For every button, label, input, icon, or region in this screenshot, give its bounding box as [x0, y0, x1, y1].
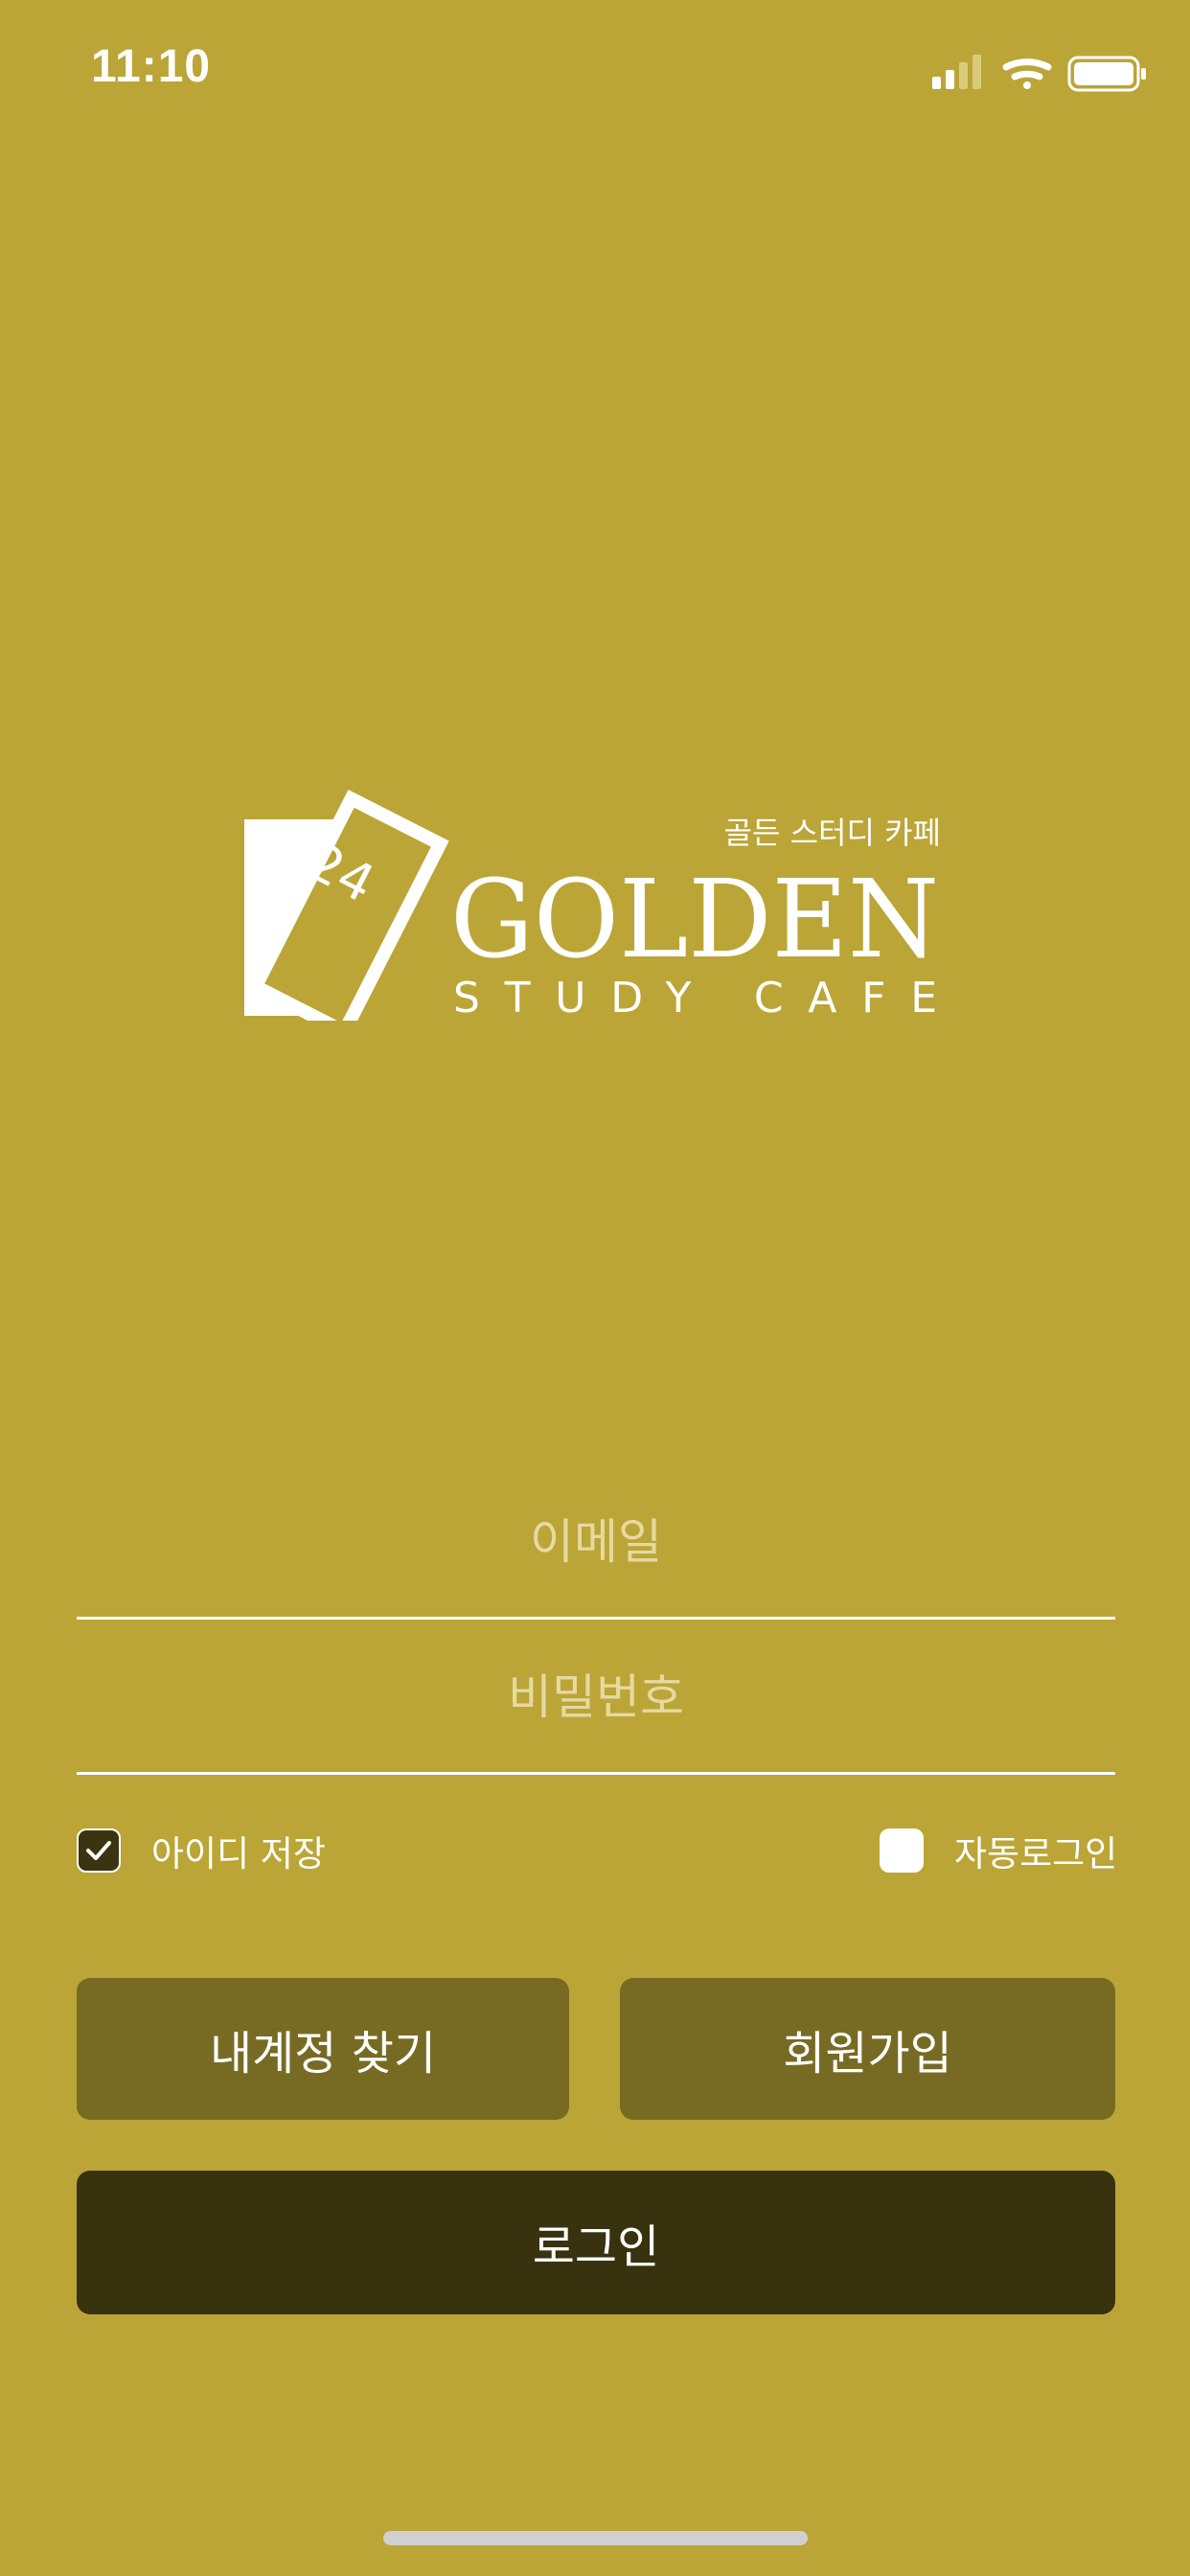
- logo-brand-name: GOLDEN: [450, 858, 939, 982]
- battery-icon: [1067, 56, 1146, 92]
- auto-login-checkbox[interactable]: [880, 1828, 924, 1873]
- email-underline: [77, 1617, 1115, 1620]
- email-input[interactable]: [77, 1466, 1115, 1618]
- find-account-button[interactable]: 내계정 찾기: [77, 1978, 569, 2120]
- golden-study-cafe-logo: 24 골든 스터디 카페 GOLDEN STUDY CAFE: [244, 789, 941, 1021]
- sign-up-label: 회원가입: [783, 2027, 952, 2081]
- sign-up-button[interactable]: 회원가입: [620, 1978, 1115, 2120]
- status-bar: 11:10: [0, 0, 1190, 144]
- save-id-label: 아이디 저장: [151, 1833, 326, 1874]
- save-id-checkbox[interactable]: [77, 1828, 121, 1873]
- password-field-container: [77, 1622, 1115, 1775]
- password-input[interactable]: [77, 1622, 1115, 1773]
- auto-login-option[interactable]: 자동로그인: [880, 1826, 1117, 1875]
- login-button[interactable]: 로그인: [77, 2171, 1115, 2314]
- password-underline: [77, 1772, 1115, 1775]
- save-id-option[interactable]: 아이디 저장: [77, 1826, 326, 1875]
- status-icons: [932, 55, 1146, 92]
- cellular-signal-icon: [932, 55, 981, 89]
- home-indicator[interactable]: [383, 2531, 808, 2545]
- logo-mark: 24: [244, 789, 449, 1021]
- wifi-icon: [1002, 58, 1052, 89]
- auto-login-label: 자동로그인: [954, 1833, 1118, 1874]
- checkmark-icon: [86, 1841, 111, 1860]
- login-label: 로그인: [532, 2220, 660, 2274]
- logo-korean-name: 골든 스터디 카페: [724, 815, 941, 851]
- find-account-label: 내계정 찾기: [209, 2027, 437, 2081]
- email-field-container: [77, 1466, 1115, 1620]
